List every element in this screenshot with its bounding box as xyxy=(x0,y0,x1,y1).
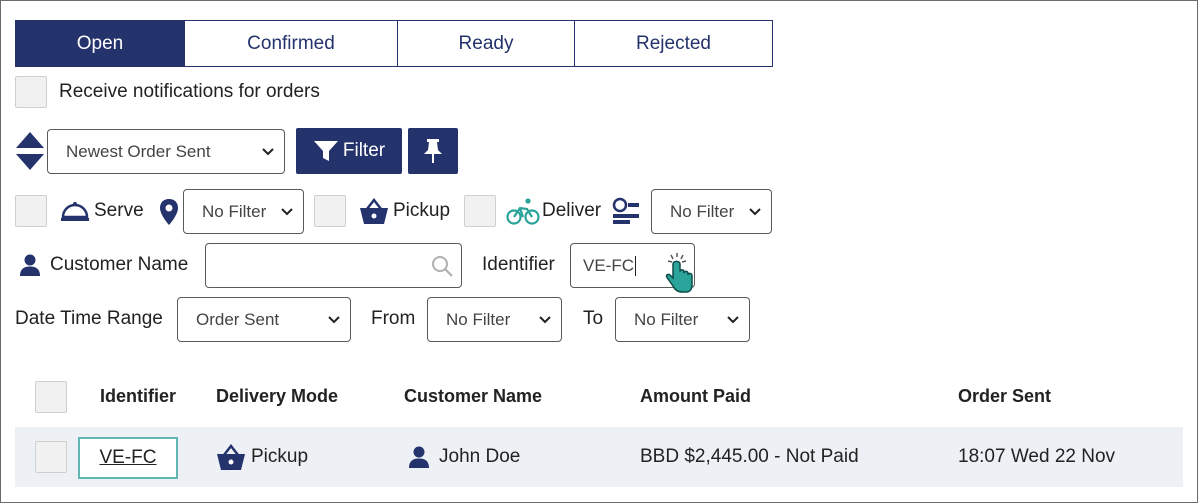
tab-ready[interactable]: Ready xyxy=(397,20,575,67)
customer-name-label: Customer Name xyxy=(50,254,189,275)
chevron-down-icon xyxy=(262,147,274,155)
chevron-down-icon xyxy=(727,315,739,323)
notifications-label: Receive notifications for orders xyxy=(59,81,320,102)
order-identifier-link[interactable]: VE-FC xyxy=(78,437,178,479)
column-header-customer-name[interactable]: Customer Name xyxy=(404,386,542,407)
to-value: No Filter xyxy=(634,309,699,329)
tab-open[interactable]: Open xyxy=(15,20,185,67)
column-header-amount-paid[interactable]: Amount Paid xyxy=(640,386,751,407)
deliver-checkbox[interactable] xyxy=(464,195,496,227)
row-customer-name: John Doe xyxy=(439,446,521,467)
tab-rejected[interactable]: Rejected xyxy=(574,20,773,67)
row-checkbox[interactable] xyxy=(35,441,67,473)
sort-select[interactable]: Newest Order Sent xyxy=(47,129,285,174)
row-order-sent: 18:07 Wed 22 Nov xyxy=(958,446,1116,467)
pin-icon xyxy=(424,139,442,163)
chevron-down-icon xyxy=(281,207,293,215)
pin-button[interactable] xyxy=(408,128,458,174)
status-filter-select[interactable]: No Filter xyxy=(651,189,772,234)
date-range-label: Date Time Range xyxy=(15,308,163,329)
serve-label: Serve xyxy=(94,200,144,221)
pickup-label: Pickup xyxy=(393,200,451,221)
from-value: No Filter xyxy=(446,309,511,329)
bicycle-icon xyxy=(506,198,540,225)
from-label: From xyxy=(371,308,416,329)
row-amount-paid: BBD $2,445.00 - Not Paid xyxy=(640,446,859,467)
funnel-icon xyxy=(313,141,338,161)
cloche-icon xyxy=(61,202,89,221)
select-all-checkbox[interactable] xyxy=(35,381,67,413)
basket-icon xyxy=(217,444,245,470)
serve-checkbox[interactable] xyxy=(15,195,47,227)
filter-button-label: Filter xyxy=(342,140,386,161)
pointer-cursor-icon xyxy=(665,253,693,293)
location-filter-value: No Filter xyxy=(202,201,267,221)
date-range-value: Order Sent xyxy=(196,309,280,329)
date-range-select[interactable]: Order Sent xyxy=(177,297,351,342)
chevron-down-icon xyxy=(539,315,551,323)
chevron-down-icon xyxy=(749,207,761,215)
column-header-identifier[interactable]: Identifier xyxy=(100,386,176,407)
filter-button[interactable]: Filter xyxy=(296,128,402,174)
order-identifier-text: VE-FC xyxy=(99,447,157,468)
identifier-label: Identifier xyxy=(482,254,555,275)
user-icon xyxy=(20,254,40,276)
notifications-checkbox[interactable] xyxy=(15,76,47,108)
identifier-value: VE-FC xyxy=(583,255,634,275)
to-label: To xyxy=(583,308,604,329)
status-filter-value: No Filter xyxy=(670,201,735,221)
column-header-order-sent[interactable]: Order Sent xyxy=(958,386,1051,407)
basket-icon xyxy=(360,198,388,224)
from-select[interactable]: No Filter xyxy=(427,297,562,342)
pickup-checkbox[interactable] xyxy=(314,195,346,227)
row-delivery-mode: Pickup xyxy=(251,446,309,467)
search-icon xyxy=(432,256,453,277)
chevron-down-icon xyxy=(328,315,340,323)
to-select[interactable]: No Filter xyxy=(615,297,750,342)
customer-name-input[interactable] xyxy=(205,243,462,288)
text-caret xyxy=(635,255,636,276)
location-filter-select[interactable]: No Filter xyxy=(183,189,304,234)
status-list-icon xyxy=(612,197,639,224)
column-header-delivery-mode[interactable]: Delivery Mode xyxy=(216,386,338,407)
location-marker-icon xyxy=(160,199,178,225)
deliver-label: Deliver xyxy=(542,200,602,221)
sort-arrows-icon[interactable] xyxy=(15,131,45,171)
sort-select-value: Newest Order Sent xyxy=(66,141,211,161)
user-icon xyxy=(409,446,429,468)
status-tabs: Open Confirmed Ready Rejected xyxy=(15,20,773,67)
tab-confirmed[interactable]: Confirmed xyxy=(184,20,398,67)
